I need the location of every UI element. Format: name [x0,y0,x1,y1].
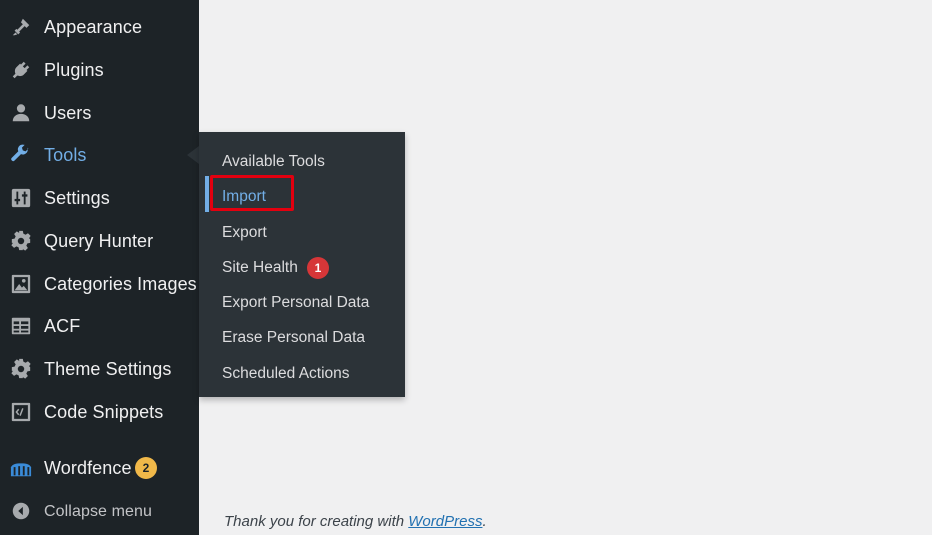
menu-item-query-hunter[interactable]: Query Hunter [0,223,199,259]
site-health-count-badge: 1 [307,257,329,279]
tools-submenu: Available Tools Import Export Site Healt… [199,132,405,397]
footer-text: Thank you for creating with [224,513,409,530]
admin-sidebar: Appearance Plugins Users Tools Settings … [0,0,199,535]
plugin-icon [9,59,33,81]
submenu-item-label: Scheduled Actions [222,365,350,382]
menu-item-users[interactable]: Users [0,95,199,131]
submenu-item-label: Export [222,224,267,241]
menu-item-wordfence[interactable]: Wordfence 2 [0,450,199,486]
menu-item-label: ACF [44,316,81,336]
menu-item-code-snippets[interactable]: Code Snippets [0,394,199,430]
footer-period: . [482,513,487,530]
collapse-menu-label: Collapse menu [44,503,153,520]
menu-item-appearance[interactable]: Appearance [0,9,199,45]
menu-item-tools[interactable]: Tools [0,137,199,173]
submenu-item-scheduled-actions[interactable]: Scheduled Actions [199,359,405,389]
menu-item-theme-settings[interactable]: Theme Settings [0,351,199,387]
wordfence-icon [9,457,33,479]
menu-item-plugins[interactable]: Plugins [0,52,199,88]
submenu-item-label: Export Personal Data [222,294,370,311]
collapse-menu-button[interactable]: Collapse menu [0,493,199,529]
menu-item-label: Theme Settings [44,359,172,379]
collapse-arrow-icon [9,500,33,522]
menu-item-label: Tools [44,145,87,165]
menu-item-settings[interactable]: Settings [0,180,199,216]
submenu-item-label: Erase Personal Data [222,329,366,346]
menu-item-label: Users [44,103,92,123]
menu-item-label: Query Hunter [44,231,154,251]
menu-item-label: Settings [44,188,110,208]
menu-item-acf[interactable]: ACF [0,308,199,344]
user-icon [9,102,33,124]
menu-item-label: Appearance [44,17,143,37]
paintbrush-icon [9,16,33,38]
submenu-item-available-tools[interactable]: Available Tools [199,147,405,177]
submenu-item-label: Site Health [222,259,298,276]
gear-icon [9,358,33,380]
menu-item-label: Wordfence [44,458,132,478]
submenu-item-site-health[interactable]: Site Health 1 [199,253,405,283]
submenu-item-export[interactable]: Export [199,218,405,248]
wordpress-link[interactable]: WordPress [408,513,482,530]
code-icon [9,401,33,423]
current-item-indicator [205,176,209,212]
menu-item-label: Plugins [44,60,104,80]
menu-item-categories-images[interactable]: Categories Images [0,266,199,302]
menu-item-label: Code Snippets [44,402,164,422]
submenu-item-label: Available Tools [222,153,325,170]
image-icon [9,273,33,295]
submenu-pointer-arrow [187,146,199,164]
wrench-icon [9,144,33,166]
update-count-badge: 2 [135,457,157,479]
annotation-highlight-box [210,175,294,211]
menu-item-label: Categories Images [44,274,197,294]
submenu-item-erase-personal-data[interactable]: Erase Personal Data [199,323,405,353]
submenu-item-export-personal-data[interactable]: Export Personal Data [199,288,405,318]
table-icon [9,315,33,337]
admin-footer: Thank you for creating with WordPress. [224,513,487,530]
settings-sliders-icon [9,187,33,209]
gear-icon [9,230,33,252]
